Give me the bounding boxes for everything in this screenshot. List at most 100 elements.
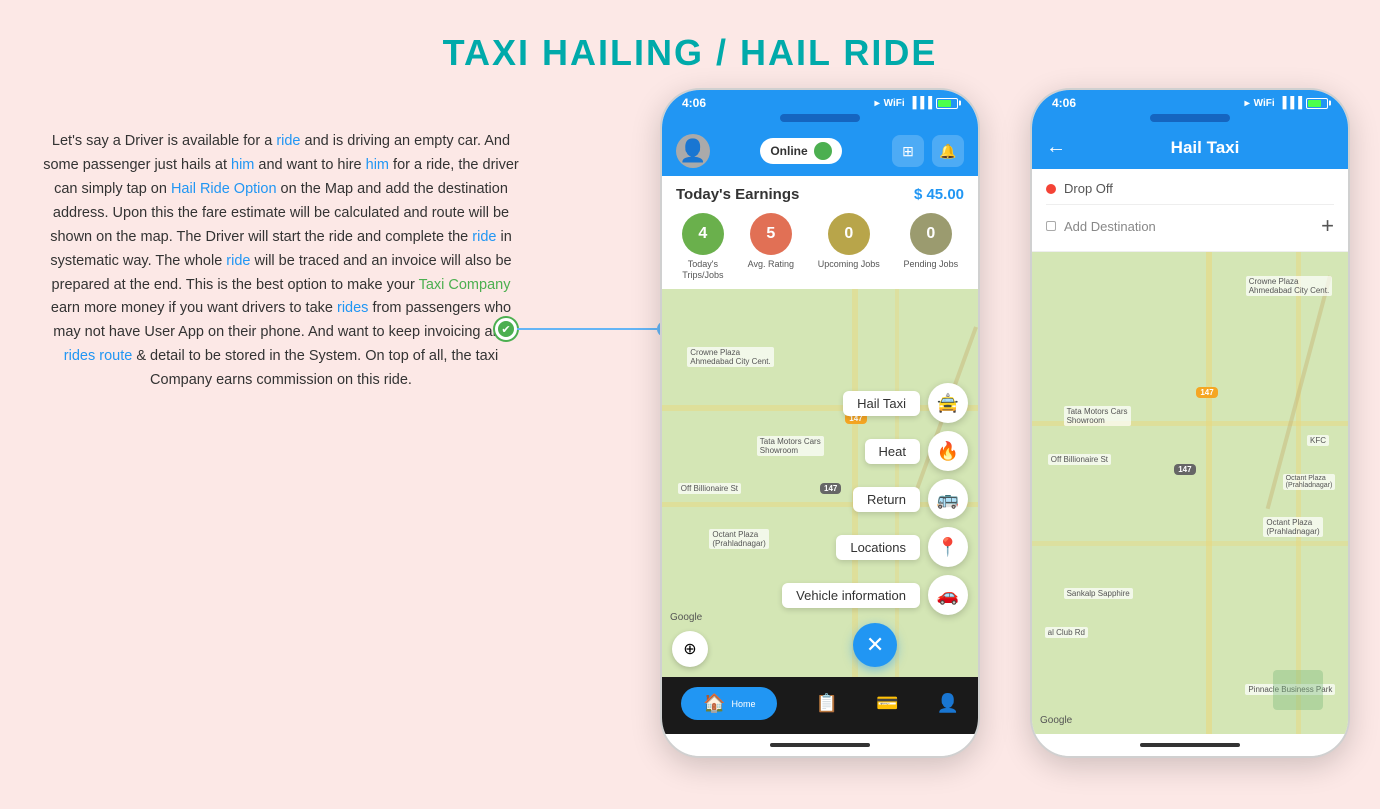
location-arrow-icon-p2: ▸ bbox=[1245, 98, 1250, 109]
earnings-section: Today's Earnings $ 45.00 bbox=[662, 176, 978, 209]
pending-value: 0 bbox=[926, 225, 935, 243]
online-label: Online bbox=[770, 144, 807, 158]
map-label-sankalp-p2: Sankalp Sapphire bbox=[1064, 588, 1133, 599]
status-icons-phone2: ▸ WiFi ▐▐▐ bbox=[1245, 97, 1328, 109]
fab-vehicle-info[interactable]: Vehicle information 🚗 bbox=[782, 575, 968, 615]
map-label-crowne: Crowne PlazaAhmedabad City Cent. bbox=[687, 347, 774, 367]
signal-icon: ▐▐▐ bbox=[909, 97, 932, 109]
fab-return-label[interactable]: Return bbox=[853, 487, 920, 512]
phone2-hail-taxi: 4:06 ▸ WiFi ▐▐▐ ← Hail Taxi Drop Off bbox=[1030, 88, 1350, 758]
bell-icon: 🔔 bbox=[939, 143, 956, 160]
stats-row: 4 Today'sTrips/Jobs 5 Avg. Rating 0 Upco… bbox=[662, 209, 978, 289]
destination-box-icon bbox=[1046, 221, 1056, 231]
car-icon: 🚗 bbox=[937, 585, 959, 606]
fab-return-icon-btn[interactable]: 🚌 bbox=[928, 479, 968, 519]
stat-trips: 4 Today'sTrips/Jobs bbox=[682, 213, 724, 281]
fab-vehicle-info-label[interactable]: Vehicle information bbox=[782, 583, 920, 608]
status-time-phone1: 4:06 bbox=[682, 96, 706, 110]
battery-icon-p2 bbox=[1306, 98, 1328, 109]
add-destination-row[interactable]: Add Destination + bbox=[1046, 209, 1334, 243]
fire-icon: 🔥 bbox=[937, 441, 959, 462]
fab-locations[interactable]: Locations 📍 bbox=[836, 527, 968, 567]
map-area-phone1[interactable]: Crowne PlazaAhmedabad City Cent. Off Bil… bbox=[662, 289, 978, 677]
location-arrow-icon: ▸ bbox=[875, 98, 880, 109]
fab-locations-label[interactable]: Locations bbox=[836, 535, 920, 560]
notch-phone1 bbox=[662, 114, 978, 126]
home-indicator-phone2 bbox=[1032, 734, 1348, 756]
rating-label: Avg. Rating bbox=[748, 259, 794, 270]
bottom-nav-phone1: 🏠 Home 📋 💳 👤 bbox=[662, 677, 978, 734]
grid-icon-button[interactable]: ⊞ bbox=[892, 135, 924, 167]
fab-heat-label[interactable]: Heat bbox=[865, 439, 920, 464]
return-icon: 🚌 bbox=[937, 489, 959, 510]
my-location-button[interactable]: ⊕ bbox=[672, 631, 708, 667]
map-area-phone2[interactable]: Crowne PlazaAhmedabad City Cent. Off Bil… bbox=[1032, 252, 1348, 734]
fab-hail-taxi-label[interactable]: Hail Taxi bbox=[843, 391, 920, 416]
road-h-p2-2 bbox=[1032, 541, 1348, 546]
road-v-p2-1 bbox=[1206, 252, 1212, 734]
nav-home[interactable]: 🏠 Home bbox=[681, 687, 777, 720]
map-badge-147-p2: 147 bbox=[1196, 387, 1217, 398]
google-label-phone1: Google bbox=[670, 612, 702, 623]
stat-circle-pending: 0 bbox=[910, 213, 952, 255]
stat-circle-trips: 4 bbox=[682, 213, 724, 255]
fab-close-button[interactable]: ✕ bbox=[853, 623, 897, 667]
fab-hail-taxi[interactable]: Hail Taxi 🚖 bbox=[843, 383, 968, 423]
add-destination-plus-button[interactable]: + bbox=[1321, 213, 1334, 239]
status-bar-phone1: 4:06 ▸ WiFi ▐▐▐ bbox=[662, 90, 978, 114]
phone1-driver-app: 4:06 ▸ WiFi ▐▐▐ 👤 Online bbox=[660, 88, 980, 758]
status-bar-phone2: 4:06 ▸ WiFi ▐▐▐ bbox=[1032, 90, 1348, 114]
nav-jobs[interactable]: 📋 bbox=[816, 693, 838, 714]
driver-avatar[interactable]: 👤 bbox=[676, 134, 710, 168]
drop-off-dot bbox=[1046, 184, 1056, 194]
check-dot: ✔ bbox=[495, 318, 517, 340]
fab-heat[interactable]: Heat 🔥 bbox=[865, 431, 968, 471]
map-label-kfc: KFC bbox=[1307, 435, 1329, 446]
map-label-off-bill-p2: Off Billionaire St bbox=[1048, 454, 1111, 465]
map-badge-147-p2-2: 147 bbox=[1174, 464, 1195, 475]
pending-label: Pending Jobs bbox=[904, 259, 959, 270]
toggle-dot bbox=[814, 142, 832, 160]
fab-return[interactable]: Return 🚌 bbox=[853, 479, 968, 519]
upcoming-value: 0 bbox=[844, 225, 853, 243]
map-label-prahlad: Octant Plaza(Prahladnagar) bbox=[1283, 474, 1336, 490]
road-v-p2-2 bbox=[1296, 252, 1301, 734]
hail-title: Hail Taxi bbox=[1076, 138, 1334, 158]
fab-vehicle-info-icon-btn[interactable]: 🚗 bbox=[928, 575, 968, 615]
status-icons-phone1: ▸ WiFi ▐▐▐ bbox=[875, 97, 958, 109]
stat-upcoming: 0 Upcoming Jobs bbox=[818, 213, 880, 281]
description-text: Let's say a Driver is available for a ri… bbox=[36, 130, 526, 393]
notification-icon-button[interactable]: 🔔 bbox=[932, 135, 964, 167]
nav-earnings[interactable]: 💳 bbox=[876, 693, 898, 714]
status-time-phone2: 4:06 bbox=[1052, 96, 1076, 110]
rating-value: 5 bbox=[766, 225, 775, 243]
fab-hail-taxi-icon-btn[interactable]: 🚖 bbox=[928, 383, 968, 423]
add-destination-label: Add Destination bbox=[1064, 219, 1156, 234]
nav-profile[interactable]: 👤 bbox=[937, 693, 959, 714]
upcoming-label: Upcoming Jobs bbox=[818, 259, 880, 270]
drop-off-row[interactable]: Drop Off bbox=[1046, 177, 1334, 200]
fab-heat-icon-btn[interactable]: 🔥 bbox=[928, 431, 968, 471]
wifi-icon-p2: WiFi bbox=[1254, 98, 1275, 109]
connector-line bbox=[517, 328, 657, 330]
grid-icon: ⊞ bbox=[902, 143, 914, 160]
earnings-label: Today's Earnings bbox=[676, 186, 799, 203]
jobs-icon: 📋 bbox=[816, 693, 838, 714]
app-header-phone1: 👤 Online ⊞ 🔔 bbox=[662, 126, 978, 176]
back-button[interactable]: ← bbox=[1046, 136, 1066, 159]
drop-off-label: Drop Off bbox=[1064, 181, 1113, 196]
google-label-phone2: Google bbox=[1040, 715, 1072, 726]
hail-header: ← Hail Taxi bbox=[1032, 126, 1348, 169]
signal-icon-p2: ▐▐▐ bbox=[1279, 97, 1302, 109]
earnings-value: $ 45.00 bbox=[914, 186, 964, 203]
taxi-icon: 🚖 bbox=[937, 393, 959, 414]
home-indicator-phone1 bbox=[662, 734, 978, 756]
trips-label: Today'sTrips/Jobs bbox=[682, 259, 723, 281]
fab-locations-icon-btn[interactable]: 📍 bbox=[928, 527, 968, 567]
map-label-club-rd: al Club Rd bbox=[1045, 627, 1088, 638]
map-label-off-billionaire: Off Billionaire St bbox=[678, 483, 741, 494]
stat-rating: 5 Avg. Rating bbox=[748, 213, 794, 281]
trips-value: 4 bbox=[698, 225, 707, 243]
online-toggle[interactable]: Online bbox=[760, 138, 841, 164]
my-location-icon: ⊕ bbox=[683, 639, 696, 659]
